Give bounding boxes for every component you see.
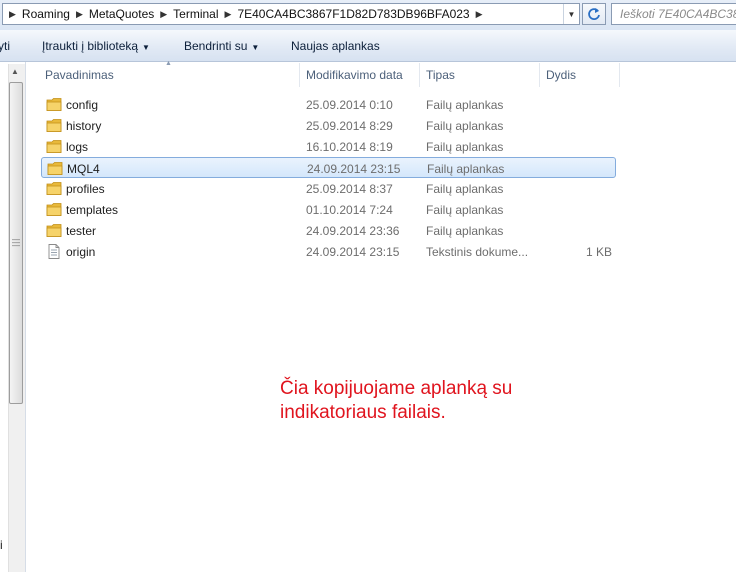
breadcrumb-chevron-icon[interactable]: ▶ — [225, 9, 232, 20]
file-type: Failų aplankas — [426, 98, 504, 112]
refresh-icon — [588, 8, 600, 20]
annotation-line-1: Čia kopijuojame aplanką su — [280, 378, 513, 399]
column-header-modified[interactable]: Modifikavimo data — [300, 63, 420, 87]
file-row[interactable]: tester 24.09.2014 23:36 Failų aplankas — [41, 220, 616, 241]
file-modified-date: 24.09.2014 23:15 — [306, 245, 400, 259]
file-type: Failų aplankas — [426, 224, 504, 238]
folder-icon — [46, 202, 62, 217]
file-modified-date: 25.09.2014 8:29 — [306, 119, 393, 133]
folder-icon — [47, 161, 63, 176]
file-name: history — [66, 119, 102, 133]
file-type: Failų aplankas — [426, 119, 504, 133]
column-header-type[interactable]: Tipas — [420, 63, 540, 87]
folder-icon — [46, 118, 62, 133]
file-row[interactable]: origin 24.09.2014 23:15 Tekstinis dokume..… — [41, 241, 616, 262]
scroll-up-arrow-icon[interactable]: ▲ — [11, 67, 19, 76]
file-row[interactable]: logs 16.10.2014 8:19 Failų aplankas — [41, 136, 616, 157]
file-name: origin — [66, 245, 96, 259]
breadcrumb-chevron-icon[interactable]: ▶ — [160, 9, 167, 20]
include-in-library-button[interactable]: Įtraukti į biblioteką ▼ — [42, 39, 150, 53]
breadcrumb-item-terminal[interactable]: Terminal — [173, 7, 218, 21]
breadcrumb-chevron-icon[interactable]: ▶ — [76, 9, 83, 20]
breadcrumb-item-metaquotes[interactable]: MetaQuotes — [89, 7, 154, 21]
folder-icon — [46, 223, 62, 238]
file-name: config — [66, 98, 99, 112]
include-in-library-label: Įtraukti į biblioteką — [42, 39, 139, 53]
file-modified-date: 25.09.2014 8:37 — [306, 182, 393, 196]
share-with-button[interactable]: Bendrinti su ▼ — [184, 39, 259, 53]
column-header-type-label: Tipas — [426, 68, 455, 82]
file-row[interactable]: history 25.09.2014 8:29 Failų aplankas — [41, 115, 616, 136]
file-modified-date: 01.10.2014 7:24 — [306, 203, 393, 217]
file-name: tester — [66, 224, 97, 238]
file-type: Failų aplankas — [426, 203, 504, 217]
navigation-item-fragment[interactable]: i — [0, 538, 3, 552]
annotation-line-2: indikatoriaus failais. — [280, 402, 446, 423]
text-file-icon — [46, 244, 62, 259]
file-modified-date: 25.09.2014 0:10 — [306, 98, 393, 112]
file-row[interactable]: config 25.09.2014 0:10 Failų aplankas — [41, 94, 616, 115]
share-with-label: Bendrinti su — [184, 39, 248, 53]
folder-icon — [46, 97, 62, 112]
file-modified-date: 16.10.2014 8:19 — [306, 140, 393, 154]
file-type: Failų aplankas — [427, 162, 505, 176]
file-name: templates — [66, 203, 119, 217]
breadcrumb-item-roaming[interactable]: Roaming — [22, 7, 70, 21]
address-bar[interactable]: ▶ Roaming ▶ MetaQuotes ▶ Terminal ▶ 7E40… — [2, 3, 580, 25]
chevron-down-icon: ▼ — [142, 43, 150, 52]
file-type: Failų aplankas — [426, 182, 504, 196]
column-header-name-label: Pavadinimas — [45, 68, 114, 82]
breadcrumb-item-current-folder[interactable]: 7E40CA4BC3867F1D82D783DB96BFA023 — [237, 7, 469, 21]
column-header-name[interactable]: Pavadinimas — [39, 63, 300, 87]
scrollbar-grip-icon: — — — — [12, 235, 20, 250]
address-bar-row: ▶ Roaming ▶ MetaQuotes ▶ Terminal ▶ 7E40… — [0, 0, 736, 30]
file-modified-date: 24.09.2014 23:36 — [306, 224, 400, 238]
new-folder-button[interactable]: Naujas aplankas — [291, 39, 380, 53]
file-row[interactable]: MQL4 24.09.2014 23:15 Failų aplankas — [41, 157, 616, 178]
folder-icon — [46, 181, 62, 196]
breadcrumb-chevron-icon[interactable]: ▶ — [476, 9, 483, 20]
refresh-button[interactable] — [582, 3, 606, 25]
file-name: profiles — [66, 182, 105, 196]
breadcrumb-chevron-icon[interactable]: ▶ — [9, 9, 16, 20]
toolbar-item-cut-off[interactable]: yti — [0, 39, 10, 53]
annotation-text: Čia kopijuojame aplanką su indikatoriaus… — [280, 377, 580, 425]
file-row[interactable]: profiles 25.09.2014 8:37 Failų aplankas — [41, 178, 616, 199]
column-header-size-label: Dydis — [546, 68, 577, 82]
file-name: MQL4 — [67, 162, 100, 176]
file-type: Tekstinis dokume... — [426, 245, 529, 259]
file-modified-date: 24.09.2014 23:15 — [307, 162, 401, 176]
folder-icon — [46, 139, 62, 154]
address-history-dropdown-icon[interactable]: ▼ — [563, 4, 579, 24]
file-row[interactable]: templates 01.10.2014 7:24 Failų aplankas — [41, 199, 616, 220]
chevron-down-icon: ▼ — [251, 43, 260, 52]
command-bar: yti Įtraukti į biblioteką ▼ Bendrinti su ▼… — [0, 30, 736, 62]
column-header-size[interactable]: Dydis — [540, 63, 620, 87]
file-name: logs — [66, 140, 89, 154]
search-input[interactable]: Ieškoti 7E40CA4BC386 — [611, 3, 736, 25]
column-header-modified-label: Modifikavimo data — [306, 68, 403, 82]
file-size: 1 KB — [585, 245, 612, 259]
file-type: Failų aplankas — [426, 140, 504, 154]
